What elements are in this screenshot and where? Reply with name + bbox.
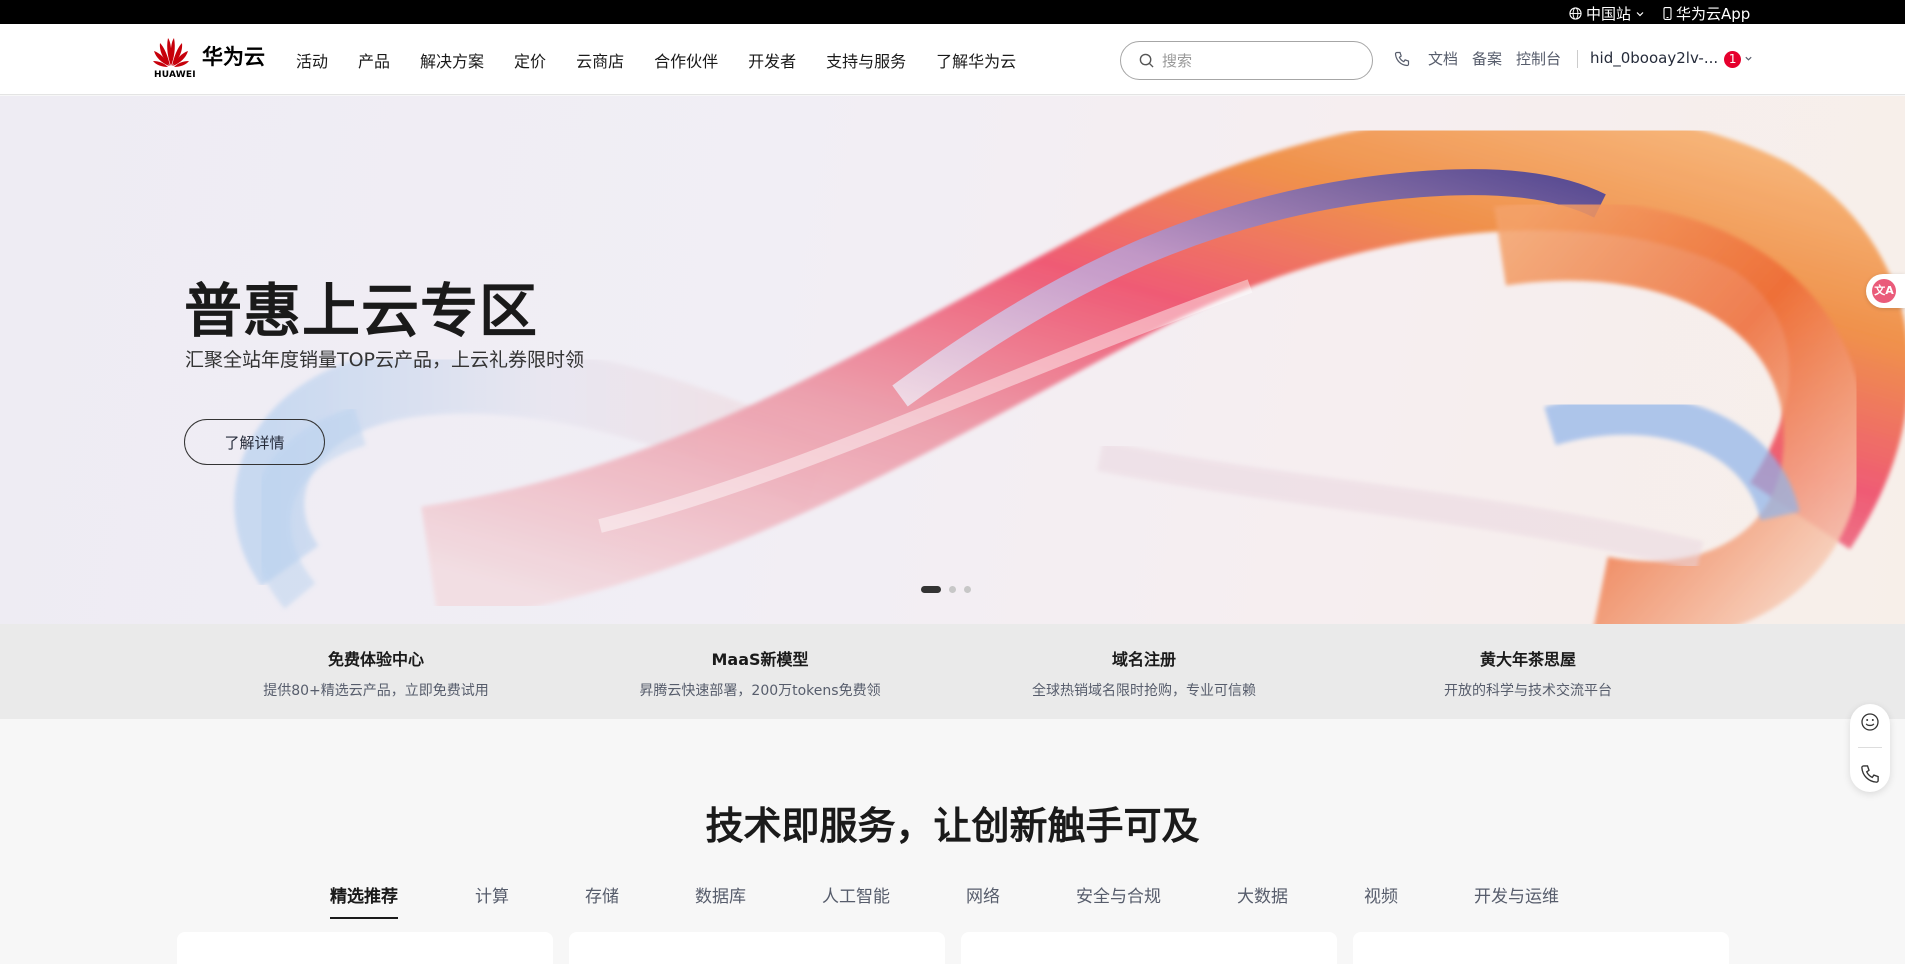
feature-tea-house[interactable]: 黄大年茶思屋 开放的科学与技术交流平台 bbox=[1378, 646, 1678, 700]
tab-storage[interactable]: 存储 bbox=[585, 882, 619, 907]
app-download-link[interactable]: 华为云App bbox=[1663, 3, 1750, 24]
nav-item-developers[interactable]: 开发者 bbox=[748, 48, 796, 72]
main-header: HUAWEI 华为云 活动 产品 解决方案 定价 云商店 合作伙伴 开发者 支持… bbox=[0, 24, 1905, 95]
phone-icon[interactable] bbox=[1394, 51, 1410, 67]
product-card[interactable] bbox=[961, 932, 1337, 964]
nav-item-activities[interactable]: 活动 bbox=[296, 48, 328, 72]
app-label: 华为云App bbox=[1676, 5, 1751, 23]
tab-featured[interactable]: 精选推荐 bbox=[330, 882, 398, 919]
filing-link[interactable]: 备案 bbox=[1472, 48, 1502, 69]
nav-item-partners[interactable]: 合作伙伴 bbox=[654, 48, 718, 72]
product-card[interactable] bbox=[177, 932, 553, 964]
nav-item-marketplace[interactable]: 云商店 bbox=[576, 48, 624, 72]
tab-database[interactable]: 数据库 bbox=[695, 882, 746, 907]
nav-item-support[interactable]: 支持与服务 bbox=[826, 48, 906, 72]
search-input[interactable] bbox=[1162, 51, 1342, 70]
floating-contact-panel bbox=[1850, 704, 1890, 792]
hero-banner: 普惠上云专区 汇聚全站年度销量TOP云产品，上云礼券限时领 了解详情 bbox=[0, 96, 1905, 624]
console-link[interactable]: 控制台 bbox=[1516, 48, 1561, 69]
huawei-petal-logo: HUAWEI bbox=[152, 36, 196, 80]
feature-desc: 全球热销域名限时抢购，专业可信赖 bbox=[1032, 683, 1256, 699]
tab-security[interactable]: 安全与合规 bbox=[1076, 882, 1161, 907]
region-label: 中国站 bbox=[1586, 5, 1632, 23]
header-divider bbox=[1577, 49, 1579, 68]
feature-title: 黄大年茶思屋 bbox=[1479, 650, 1576, 669]
feature-desc: 昇腾云快速部署，200万tokens免费领 bbox=[639, 683, 881, 699]
tab-devops[interactable]: 开发与运维 bbox=[1474, 882, 1559, 907]
huawei-wordmark: HUAWEI bbox=[154, 70, 196, 80]
chevron-down-icon bbox=[1745, 56, 1752, 61]
carousel-indicators bbox=[921, 586, 971, 593]
region-selector[interactable]: 中国站 bbox=[1569, 3, 1645, 24]
translate-widget[interactable]: 文A bbox=[1866, 274, 1905, 308]
tab-compute[interactable]: 计算 bbox=[475, 882, 509, 907]
tab-ai[interactable]: 人工智能 bbox=[822, 882, 890, 907]
section-title: 技术即服务，让创新触手可及 bbox=[705, 804, 1200, 848]
product-cards bbox=[177, 932, 1729, 964]
main-nav: 活动 产品 解决方案 定价 云商店 合作伙伴 开发者 支持与服务 了解华为云 bbox=[296, 48, 1046, 72]
feature-desc: 提供80+精选云产品，立即免费试用 bbox=[263, 683, 489, 699]
brand-name: 华为云 bbox=[202, 45, 265, 69]
user-account-menu[interactable]: hid_0booay2lv-... 1 bbox=[1590, 49, 1753, 68]
feature-free-trial[interactable]: 免费体验中心 提供80+精选云产品，立即免费试用 bbox=[226, 646, 526, 700]
search-box[interactable] bbox=[1120, 41, 1373, 80]
feature-domain[interactable]: 域名注册 全球热销域名限时抢购，专业可信赖 bbox=[994, 646, 1294, 700]
nav-item-pricing[interactable]: 定价 bbox=[514, 48, 546, 72]
chevron-down-icon bbox=[1636, 11, 1644, 16]
phone-contact-icon[interactable] bbox=[1860, 764, 1880, 784]
category-tabs: 精选推荐 计算 存储 数据库 人工智能 网络 安全与合规 大数据 视频 开发与运… bbox=[330, 882, 1559, 919]
feature-title: MaaS新模型 bbox=[711, 650, 809, 669]
carousel-dot-2[interactable] bbox=[949, 586, 956, 593]
nav-item-about[interactable]: 了解华为云 bbox=[936, 48, 1016, 72]
search-icon bbox=[1139, 53, 1154, 68]
translate-icon: 文A bbox=[1872, 279, 1896, 303]
carousel-dot-1[interactable] bbox=[921, 586, 941, 593]
hero-subtitle: 汇聚全站年度销量TOP云产品，上云礼券限时领 bbox=[185, 349, 585, 371]
feature-title: 免费体验中心 bbox=[327, 650, 424, 669]
product-card[interactable] bbox=[1353, 932, 1729, 964]
mobile-icon bbox=[1663, 7, 1672, 20]
hero-title: 普惠上云专区 bbox=[184, 277, 539, 345]
username: hid_0booay2lv-... bbox=[1590, 49, 1719, 67]
notification-badge: 1 bbox=[1724, 51, 1742, 68]
feature-maas[interactable]: MaaS新模型 昇腾云快速部署，200万tokens免费领 bbox=[610, 646, 910, 700]
tab-video[interactable]: 视频 bbox=[1364, 882, 1398, 907]
huawei-cloud-logo[interactable]: HUAWEI 华为云 bbox=[152, 36, 265, 80]
feature-desc: 开放的科学与技术交流平台 bbox=[1444, 683, 1612, 699]
feature-title: 域名注册 bbox=[1111, 650, 1176, 669]
docs-link[interactable]: 文档 bbox=[1428, 48, 1458, 69]
top-bar: 中国站 华为云App bbox=[0, 0, 1905, 24]
carousel-dot-3[interactable] bbox=[964, 586, 971, 593]
nav-item-products[interactable]: 产品 bbox=[358, 48, 390, 72]
globe-icon bbox=[1569, 7, 1582, 20]
learn-more-button[interactable]: 了解详情 bbox=[184, 419, 325, 465]
nav-item-solutions[interactable]: 解决方案 bbox=[420, 48, 484, 72]
panel-divider bbox=[1858, 747, 1882, 749]
smiley-feedback-icon[interactable] bbox=[1860, 712, 1880, 732]
tab-big-data[interactable]: 大数据 bbox=[1237, 882, 1288, 907]
feature-strip: 免费体验中心 提供80+精选云产品，立即免费试用 MaaS新模型 昇腾云快速部署… bbox=[0, 624, 1905, 719]
tab-network[interactable]: 网络 bbox=[966, 882, 1000, 907]
product-card[interactable] bbox=[569, 932, 945, 964]
header-utilities: 文档 备案 控制台 hid_0booay2lv-... 1 bbox=[1394, 48, 1753, 69]
